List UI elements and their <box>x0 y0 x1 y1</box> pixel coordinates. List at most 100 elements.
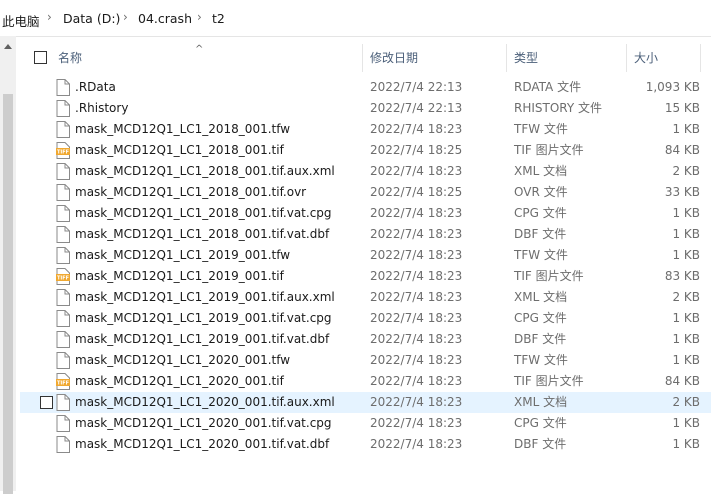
file-row[interactable]: mask_MCD12Q1_LC1_2018_001.tfw 2022/7/4 18… <box>20 119 711 140</box>
file-size: 15 KB <box>664 101 700 115</box>
breadcrumb-drive[interactable]: Data (D:) <box>63 11 120 26</box>
column-type[interactable]: 类型 <box>514 44 538 72</box>
file-name: .Rhistory <box>75 101 129 115</box>
file-date-modified: 2022/7/4 18:23 <box>370 164 463 178</box>
document-icon <box>56 331 70 348</box>
file-name: mask_MCD12Q1_LC1_2018_001.tfw <box>75 122 291 136</box>
file-row[interactable]: mask_MCD12Q1_LC1_2018_001.tif.aux.xml 202… <box>20 161 711 182</box>
row-select-checkbox[interactable] <box>40 396 53 409</box>
document-icon <box>56 247 70 264</box>
file-type: XML 文档 <box>514 164 568 178</box>
file-row[interactable]: TIFF mask_MCD12Q1_LC1_2018_001.tif 2022/7/… <box>20 140 711 161</box>
file-size: 1 KB <box>672 353 700 367</box>
file-row[interactable]: mask_MCD12Q1_LC1_2018_001.tif.ovr 2022/7/… <box>20 182 711 203</box>
breadcrumb-folder-t2[interactable]: t2 <box>212 11 225 26</box>
file-date-modified: 2022/7/4 18:23 <box>370 248 463 262</box>
select-all-checkbox[interactable] <box>34 51 47 64</box>
file-date-modified: 2022/7/4 18:23 <box>370 332 463 346</box>
file-type: CPG 文件 <box>514 416 567 430</box>
column-divider[interactable] <box>362 44 363 72</box>
file-type: RHISTORY 文件 <box>514 101 603 115</box>
file-row[interactable]: TIFF mask_MCD12Q1_LC1_2020_001.tif 2022/7/… <box>20 371 711 392</box>
chevron-right-icon[interactable]: › <box>47 10 52 24</box>
file-row[interactable]: mask_MCD12Q1_LC1_2019_001.tfw 2022/7/4 18… <box>20 245 711 266</box>
file-name: mask_MCD12Q1_LC1_2019_001.tfw <box>75 248 291 262</box>
file-row[interactable]: mask_MCD12Q1_LC1_2020_001.tif.vat.cpg 202… <box>20 413 711 434</box>
file-name: mask_MCD12Q1_LC1_2019_001.tif.vat.cpg <box>75 311 332 325</box>
scrollbar-thumb[interactable] <box>3 94 13 494</box>
file-type: TIF 图片文件 <box>514 143 584 157</box>
file-name: mask_MCD12Q1_LC1_2018_001.tif.vat.cpg <box>75 206 332 220</box>
column-divider[interactable] <box>700 44 701 72</box>
column-date-modified[interactable]: 修改日期 <box>370 44 418 72</box>
file-name: mask_MCD12Q1_LC1_2019_001.tif <box>75 269 284 283</box>
scroll-up-arrow-icon[interactable] <box>4 44 12 49</box>
file-size: 83 KB <box>664 269 700 283</box>
column-size[interactable]: 大小 <box>634 44 658 72</box>
file-name: mask_MCD12Q1_LC1_2018_001.tif.vat.dbf <box>75 227 330 241</box>
file-type: CPG 文件 <box>514 206 567 220</box>
file-date-modified: 2022/7/4 22:13 <box>370 101 463 115</box>
column-name[interactable]: 名称 <box>58 44 82 72</box>
file-type: TIF 图片文件 <box>514 269 584 283</box>
file-date-modified: 2022/7/4 18:23 <box>370 311 463 325</box>
file-row[interactable]: .Rhistory 2022/7/4 22:13 RHISTORY 文件 15 KB <box>20 98 711 119</box>
file-date-modified: 2022/7/4 18:25 <box>370 185 463 199</box>
file-name: mask_MCD12Q1_LC1_2018_001.tif.ovr <box>75 185 307 199</box>
file-row[interactable]: mask_MCD12Q1_LC1_2019_001.tif.aux.xml 202… <box>20 287 711 308</box>
file-row[interactable]: mask_MCD12Q1_LC1_2020_001.tif.aux.xml 202… <box>20 392 711 413</box>
file-date-modified: 2022/7/4 18:23 <box>370 374 463 388</box>
file-size: 84 KB <box>664 374 700 388</box>
file-size: 2 KB <box>672 290 700 304</box>
file-size: 84 KB <box>664 143 700 157</box>
file-name: mask_MCD12Q1_LC1_2018_001.tif.aux.xml <box>75 164 335 178</box>
file-type: DBF 文件 <box>514 437 567 451</box>
chevron-right-icon[interactable]: › <box>197 10 202 24</box>
file-date-modified: 2022/7/4 18:23 <box>370 269 463 283</box>
file-date-modified: 2022/7/4 22:13 <box>370 80 463 94</box>
document-icon <box>56 79 70 96</box>
file-date-modified: 2022/7/4 18:23 <box>370 227 463 241</box>
file-row[interactable]: mask_MCD12Q1_LC1_2018_001.tif.vat.cpg 202… <box>20 203 711 224</box>
file-row[interactable]: mask_MCD12Q1_LC1_2018_001.tif.vat.dbf 202… <box>20 224 711 245</box>
file-row[interactable]: TIFF mask_MCD12Q1_LC1_2019_001.tif 2022/7/… <box>20 266 711 287</box>
tif-badge-label: TIFF <box>57 381 69 387</box>
file-date-modified: 2022/7/4 18:23 <box>370 416 463 430</box>
file-type: CPG 文件 <box>514 311 567 325</box>
file-date-modified: 2022/7/4 18:23 <box>370 122 463 136</box>
breadcrumb-folder-crash[interactable]: 04.crash <box>138 11 192 26</box>
column-divider[interactable] <box>506 44 507 72</box>
file-size: 1 KB <box>672 227 700 241</box>
file-type: OVR 文件 <box>514 185 568 199</box>
file-name: .RData <box>75 80 116 94</box>
file-name: mask_MCD12Q1_LC1_2019_001.tif.aux.xml <box>75 290 335 304</box>
file-row[interactable]: mask_MCD12Q1_LC1_2019_001.tif.vat.dbf 202… <box>20 329 711 350</box>
file-row[interactable]: .RData 2022/7/4 22:13 RDATA 文件 1,093 KB <box>20 77 711 98</box>
nav-pane-scrollbar[interactable] <box>0 36 16 494</box>
document-icon <box>56 289 70 306</box>
file-size: 1 KB <box>672 206 700 220</box>
file-row[interactable]: mask_MCD12Q1_LC1_2019_001.tif.vat.cpg 202… <box>20 308 711 329</box>
file-row[interactable]: mask_MCD12Q1_LC1_2020_001.tfw 2022/7/4 18… <box>20 350 711 371</box>
file-name: mask_MCD12Q1_LC1_2020_001.tif <box>75 374 284 388</box>
address-bar[interactable]: 此电脑 › Data (D:) › 04.crash › t2 <box>0 0 711 37</box>
file-date-modified: 2022/7/4 18:23 <box>370 353 463 367</box>
file-size: 1 KB <box>672 416 700 430</box>
document-icon <box>56 394 70 411</box>
file-type: TFW 文件 <box>514 122 568 136</box>
document-icon <box>56 100 70 117</box>
file-type: TIF 图片文件 <box>514 374 584 388</box>
file-size: 1 KB <box>672 437 700 451</box>
document-icon <box>56 121 70 138</box>
file-row[interactable]: mask_MCD12Q1_LC1_2020_001.tif.vat.dbf 202… <box>20 434 711 455</box>
document-icon <box>56 310 70 327</box>
chevron-right-icon[interactable]: › <box>123 10 128 24</box>
file-date-modified: 2022/7/4 18:23 <box>370 395 463 409</box>
tif-image-icon: TIFF <box>56 268 70 285</box>
column-divider[interactable] <box>626 44 627 72</box>
file-size: 33 KB <box>664 185 700 199</box>
file-type: DBF 文件 <box>514 227 567 241</box>
breadcrumb-this-pc[interactable]: 此电脑 <box>2 11 40 30</box>
tif-image-icon: TIFF <box>56 142 70 159</box>
file-type: TFW 文件 <box>514 248 568 262</box>
